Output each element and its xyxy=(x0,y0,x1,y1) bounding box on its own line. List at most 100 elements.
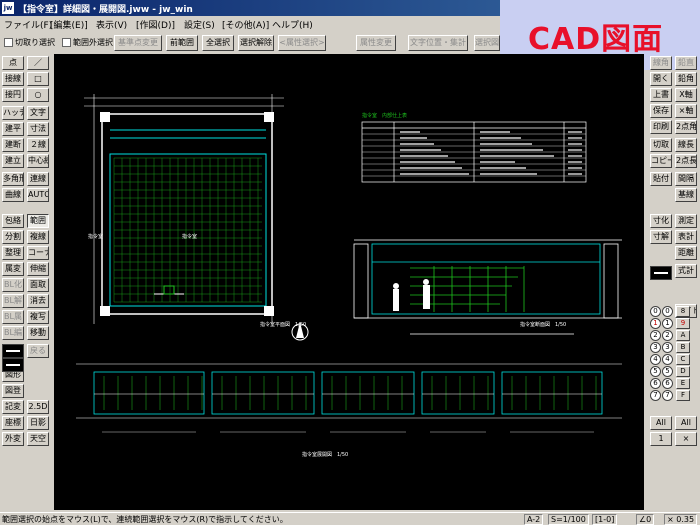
right-lower-b-3[interactable]: 式計 xyxy=(675,264,697,278)
layer-group-button[interactable]: 8 xyxy=(676,306,690,317)
drawing-canvas[interactable]: 指令室 指令室 指令室平面図 1/50 指令室 内部仕上表 指令室断面図 1/5… xyxy=(54,54,644,510)
menu-draw[interactable]: [作図(D)] xyxy=(136,18,175,31)
left-tool-a-1[interactable]: 接線 xyxy=(2,72,24,86)
menu-help[interactable]: ヘルプ(H) xyxy=(272,18,313,31)
menu-other[interactable]: [その他(A)] xyxy=(222,18,269,31)
right-tool-b-1[interactable]: 鉛角 xyxy=(675,72,697,86)
layer-button[interactable]: 0 xyxy=(662,306,673,317)
left-tool-a-10[interactable]: 分割 xyxy=(2,230,24,244)
right-tool-b-5[interactable]: 線長 xyxy=(675,138,697,152)
left-tool-a-5[interactable]: 建断 xyxy=(2,138,24,152)
right-tool-a-5[interactable]: 切取 xyxy=(650,138,672,152)
right-lower-a-1[interactable]: 寸解 xyxy=(650,230,672,244)
left-tool-b-17[interactable]: 戻る xyxy=(27,344,49,358)
angle-indicator[interactable]: ∠0 xyxy=(636,514,655,525)
right-lower-a-0[interactable]: 寸化 xyxy=(650,214,672,228)
left-tool-a-6[interactable]: 建立 xyxy=(2,154,24,168)
cut-select-checkbox[interactable]: 切取り選択 xyxy=(4,37,55,48)
layer-all1-button[interactable]: All xyxy=(650,416,672,430)
layer-n2-button[interactable]: × xyxy=(675,432,697,446)
right-tool-a-3[interactable]: 保存 xyxy=(650,104,672,118)
layer-group-button[interactable]: E xyxy=(676,378,690,389)
layer-button[interactable]: 7 xyxy=(650,390,661,401)
right-tool-b-0[interactable]: 鉛直 xyxy=(675,56,697,70)
zoom-indicator[interactable]: × 0.35 xyxy=(664,514,698,525)
right-tool-b-8[interactable]: 基線 xyxy=(675,188,697,202)
layer-button[interactable]: 3 xyxy=(662,342,673,353)
right-tool-b-2[interactable]: X軸 xyxy=(675,88,697,102)
layer-button[interactable]: 0 xyxy=(650,306,661,317)
left-tool-a-12[interactable]: 属変 xyxy=(2,262,24,276)
line-color-swatch[interactable] xyxy=(2,344,24,358)
layer-indicator[interactable]: A-2 xyxy=(524,514,544,525)
right-tool-a-0[interactable]: 線角 xyxy=(650,56,672,70)
left-tool-a-4[interactable]: 建平 xyxy=(2,122,24,136)
layer-button[interactable]: 1 xyxy=(662,318,673,329)
layer-button[interactable]: 5 xyxy=(650,366,661,377)
layer-button[interactable]: 7 xyxy=(662,390,673,401)
right-tool-b-4[interactable]: 2点角 xyxy=(675,120,697,134)
base-point-button[interactable]: 基準点変更 xyxy=(114,35,162,51)
text-position-button[interactable]: 文字位置・集計 xyxy=(408,35,468,51)
left-tool-b-16[interactable]: 移動 xyxy=(27,326,49,340)
right-tool-b-7[interactable]: 間隔 xyxy=(675,172,697,186)
deselect-button[interactable]: 選択解除 xyxy=(238,35,274,51)
line-color-swatch[interactable] xyxy=(2,358,24,372)
outside-select-checkbox[interactable]: 範囲外選択 xyxy=(62,37,113,48)
left-tool-b-14[interactable]: 消去 xyxy=(27,294,49,308)
left-tool-a-2[interactable]: 接円 xyxy=(2,88,24,102)
left-tool-b-13[interactable]: 面取 xyxy=(27,278,49,292)
layer-group-button[interactable]: 9 xyxy=(676,318,690,329)
select-figure-button[interactable]: 選択図形 xyxy=(474,35,500,51)
layer-button[interactable]: 3 xyxy=(650,342,661,353)
left-tool-a-16[interactable]: BL編 xyxy=(2,326,24,340)
app-icon[interactable]: jw xyxy=(2,2,14,14)
menu-view[interactable]: 表示(V) xyxy=(96,18,127,31)
left-tool-a-21[interactable]: 座標 xyxy=(2,416,24,430)
layer-button[interactable]: 4 xyxy=(650,354,661,365)
layer-group-button[interactable]: B xyxy=(676,342,690,353)
left-tool-a-8[interactable]: 曲線 xyxy=(2,188,24,202)
line-type-swatch[interactable] xyxy=(650,266,672,280)
left-tool-b-3[interactable]: 文字 xyxy=(27,106,49,120)
left-tool-a-19[interactable]: 図登 xyxy=(2,384,24,398)
right-lower-b-0[interactable]: 測定 xyxy=(675,214,697,228)
left-tool-a-15[interactable]: BL属 xyxy=(2,310,24,324)
layer-button[interactable]: 6 xyxy=(662,378,673,389)
left-tool-b-12[interactable]: 伸縮 xyxy=(27,262,49,276)
menu-settings[interactable]: 設定(S) xyxy=(184,18,215,31)
layer-group-button[interactable]: F xyxy=(676,390,690,401)
left-tool-a-22[interactable]: 外変 xyxy=(2,432,24,446)
layer-button[interactable]: 5 xyxy=(662,366,673,377)
left-tool-b-9[interactable]: 範囲 xyxy=(27,214,49,228)
right-tool-a-4[interactable]: 印刷 xyxy=(650,120,672,134)
left-tool-a-7[interactable]: 多角形 xyxy=(2,172,24,186)
left-tool-b-1[interactable]: □ xyxy=(27,72,49,86)
layer-button[interactable]: 1 xyxy=(650,318,661,329)
left-tool-b-2[interactable]: ○ xyxy=(27,88,49,102)
attr-select-button[interactable]: <属性選択> xyxy=(278,35,326,51)
attr-change-button[interactable]: 属性変更 xyxy=(356,35,396,51)
left-tool-b-21[interactable]: 日影 xyxy=(27,416,49,430)
right-lower-b-1[interactable]: 表計 xyxy=(675,230,697,244)
layer-button[interactable]: 4 xyxy=(662,354,673,365)
layer-button[interactable]: 2 xyxy=(662,330,673,341)
left-tool-a-9[interactable]: 包絡 xyxy=(2,214,24,228)
right-tool-a-7[interactable]: 貼付 xyxy=(650,172,672,186)
layer-group-button[interactable]: C xyxy=(676,354,690,365)
left-tool-b-11[interactable]: コーナー xyxy=(27,246,49,260)
group-indicator[interactable]: [1-0] xyxy=(592,514,618,525)
left-tool-b-7[interactable]: 連線 xyxy=(27,172,49,186)
layer-n1-button[interactable]: 1 xyxy=(650,432,672,446)
left-tool-a-14[interactable]: BL解 xyxy=(2,294,24,308)
left-tool-b-20[interactable]: 2.5D xyxy=(27,400,49,414)
left-tool-a-13[interactable]: BL化 xyxy=(2,278,24,292)
left-tool-b-10[interactable]: 複線 xyxy=(27,230,49,244)
left-tool-a-20[interactable]: 記変 xyxy=(2,400,24,414)
menu-edit[interactable]: [編集(E)] xyxy=(50,18,88,31)
layer-group-button[interactable]: D xyxy=(676,366,690,377)
left-tool-b-4[interactable]: 寸法 xyxy=(27,122,49,136)
right-tool-b-3[interactable]: ×軸 xyxy=(675,104,697,118)
menu-file[interactable]: ファイル(F) xyxy=(4,18,52,31)
prev-range-button[interactable]: 前範囲 xyxy=(166,35,198,51)
